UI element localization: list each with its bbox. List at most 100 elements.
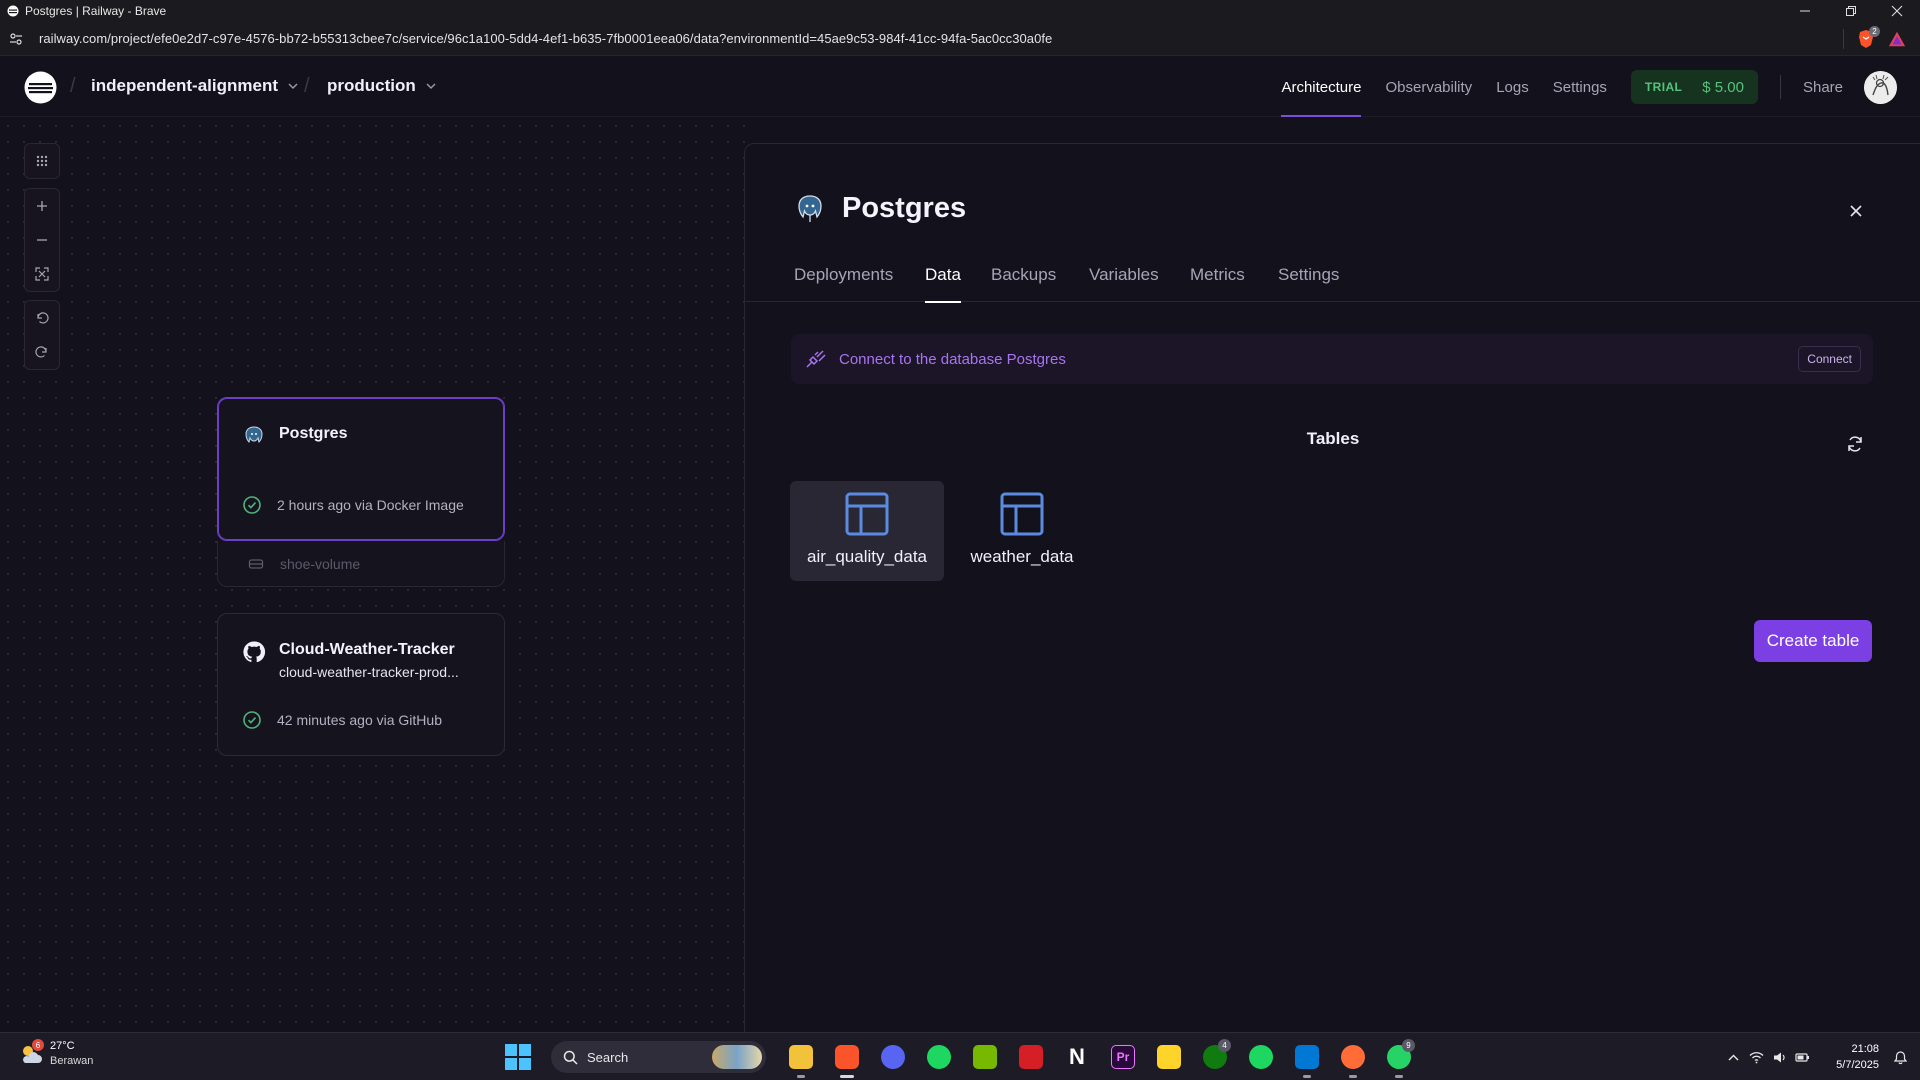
premiere-button[interactable]: Pr [1100,1033,1146,1080]
spotify-button[interactable] [916,1033,962,1080]
chevron-down-icon [426,83,436,90]
search-highlight-image [712,1045,762,1069]
search-placeholder: Search [587,1049,629,1065]
close-panel-icon[interactable] [1849,204,1863,218]
create-table-button[interactable]: Create table [1754,620,1872,662]
anydesk-button[interactable] [1008,1033,1054,1080]
plan-label: TRIAL [1644,80,1683,94]
spotify-2-button[interactable] [1238,1033,1284,1080]
redo-button[interactable] [25,335,59,369]
sticky-notes-button[interactable] [1146,1033,1192,1080]
app-header: / independent-alignment / production Arc… [0,57,1920,117]
minus-icon [37,239,47,241]
postman-button[interactable] [1330,1033,1376,1080]
notification-icon[interactable] [1893,1050,1908,1065]
postgres-icon [245,426,263,443]
anydesk-icon [1019,1045,1043,1069]
tab-metrics[interactable]: Metrics [1190,262,1245,302]
taskbar-search[interactable]: Search [551,1041,766,1073]
railway-logo-icon[interactable] [24,71,57,104]
fit-view-button[interactable] [25,257,59,291]
environment-selector[interactable]: production [327,76,438,96]
url-field[interactable]: railway.com/project/efe0e2d7-c97e-4576-b… [39,31,1052,46]
deployment-status-text: 2 hours ago via Docker Image [277,497,464,513]
brave-shields-button[interactable]: 2 [1856,26,1880,49]
temperature: 27°C [50,1040,75,1052]
volume-icon[interactable] [1772,1050,1787,1065]
divider [1843,29,1844,49]
undo-button[interactable] [25,301,59,335]
xbox-button[interactable]: 4 [1192,1033,1238,1080]
system-clock[interactable]: 21:08 5/7/2025 [1836,1041,1879,1073]
weather-widget[interactable]: 6 27°C Berawan [18,1039,93,1069]
wifi-icon[interactable] [1749,1050,1764,1065]
battery-icon[interactable] [1795,1050,1810,1065]
nav-observability[interactable]: Observability [1385,57,1472,117]
discord-button[interactable] [870,1033,916,1080]
table-item[interactable]: air_quality_data [790,481,944,581]
nvidia-button[interactable] [962,1033,1008,1080]
volume-attachment[interactable]: shoe-volume [217,541,505,587]
spotify-icon [1249,1045,1273,1069]
shields-count-badge: 2 [1869,26,1880,37]
chevron-up-icon[interactable] [1726,1050,1741,1065]
avatar[interactable] [1864,70,1897,104]
environment-name: production [327,76,416,95]
browser-tab-title[interactable]: Postgres | Railway - Brave [25,4,166,18]
vscode-button[interactable] [1284,1033,1330,1080]
brave-icon [835,1045,859,1069]
table-item[interactable]: weather_data [945,481,1099,581]
tab-settings[interactable]: Settings [1278,262,1339,302]
close-window-button[interactable] [1874,0,1920,22]
share-button[interactable]: Share [1803,79,1843,96]
minimize-button[interactable] [1782,0,1828,22]
file-explorer-button[interactable] [778,1033,824,1080]
nav-logs[interactable]: Logs [1496,57,1529,117]
nav-settings[interactable]: Settings [1553,57,1607,117]
undo-icon [37,312,49,324]
clock-date: 5/7/2025 [1836,1059,1879,1071]
table-icon [1000,492,1044,536]
brave-browser-button[interactable] [824,1033,870,1080]
service-card-postgres[interactable]: Postgres 2 hours ago via Docker Image [217,397,505,541]
premiere-pro-icon: Pr [1111,1045,1135,1069]
address-bar-actions: 2 [1843,22,1906,56]
tab-deployments[interactable]: Deployments [794,262,893,302]
user-avatar-icon [1864,70,1897,104]
zoom-in-button[interactable] [25,189,59,223]
restore-button[interactable] [1828,0,1874,22]
service-card-cloud-weather-tracker[interactable]: Cloud-Weather-Tracker cloud-weather-trac… [217,613,505,756]
vscode-icon [1295,1045,1319,1069]
connect-database-banner[interactable]: Connect to the database Postgres Connect [791,334,1873,384]
notion-button[interactable]: N [1054,1033,1100,1080]
connect-button[interactable]: Connect [1798,346,1861,372]
brave-rewards-icon[interactable] [1888,30,1906,48]
weather-text: 27°C Berawan [50,1039,93,1069]
search-icon [563,1050,578,1065]
tab-variables[interactable]: Variables [1089,262,1159,302]
tab-data[interactable]: Data [925,262,961,303]
chevron-down-icon [288,83,298,90]
nvidia-icon [973,1045,997,1069]
site-info-icon[interactable] [9,32,23,46]
trial-plan-pill[interactable]: TRIAL $ 5.00 [1630,70,1758,104]
project-selector[interactable]: independent-alignment [91,76,300,96]
nav-architecture[interactable]: Architecture [1281,57,1362,117]
fit-screen-icon [35,267,49,281]
project-canvas[interactable]: Postgres 2 hours ago via Docker Image sh… [0,118,745,1032]
tab-backups[interactable]: Backups [991,262,1056,302]
table-name: weather_data [970,547,1074,566]
whatsapp-button[interactable]: 9 [1376,1033,1422,1080]
railway-favicon-icon [7,5,19,17]
close-icon [1891,5,1903,17]
volume-name: shoe-volume [280,555,361,572]
table-name: air_quality_data [806,547,928,566]
check-circle-icon [243,711,261,729]
notion-icon: N [1069,1044,1085,1069]
sticky-notes-icon [1157,1045,1181,1069]
zoom-out-button[interactable] [25,223,59,257]
refresh-icon[interactable] [1846,435,1864,453]
grid-toggle-button[interactable] [25,144,59,178]
start-button[interactable] [505,1044,531,1070]
weather-badge: 6 [32,1039,44,1051]
